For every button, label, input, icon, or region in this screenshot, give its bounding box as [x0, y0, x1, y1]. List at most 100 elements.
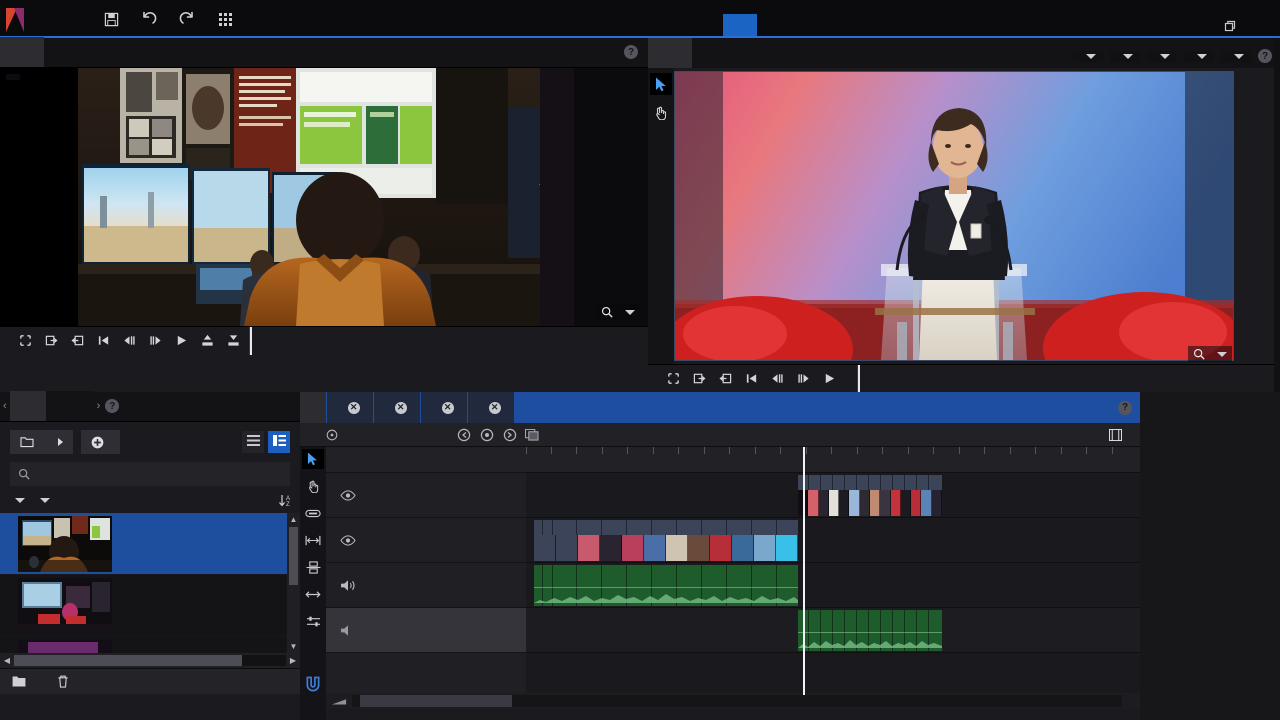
previous-marker-icon[interactable]: [456, 427, 471, 442]
delete-button[interactable]: [45, 675, 88, 688]
set-in-point-icon[interactable]: [44, 333, 59, 348]
tab-scroll-right-icon[interactable]: ›: [94, 391, 104, 421]
play-icon[interactable]: [822, 371, 837, 386]
eye-icon[interactable]: [340, 534, 356, 546]
step-forward-icon[interactable]: [148, 333, 163, 348]
pan-hand-icon[interactable]: [650, 101, 672, 123]
step-forward-icon[interactable]: [796, 371, 811, 386]
viewer-video-canvas[interactable]: [674, 71, 1234, 361]
slip-icon[interactable]: [302, 503, 324, 523]
pan-hand-icon[interactable]: [302, 476, 324, 496]
set-out-point-icon[interactable]: [70, 333, 85, 348]
timeline-clip[interactable]: [798, 475, 942, 516]
search-input[interactable]: [10, 462, 290, 486]
timeline-zoom-icon[interactable]: [326, 697, 352, 705]
scroll-track[interactable]: [14, 655, 286, 666]
media-horizontal-scrollbar[interactable]: ◀ ▶: [0, 653, 300, 668]
viewer-scrub-bar[interactable]: [857, 364, 1264, 393]
tab-layer[interactable]: [692, 38, 736, 68]
group-by-dropdown[interactable]: [35, 498, 50, 503]
scroll-track[interactable]: [352, 695, 1122, 707]
help-icon[interactable]: ?: [624, 45, 638, 59]
play-icon[interactable]: [174, 333, 189, 348]
new-button[interactable]: [81, 430, 120, 454]
magnet-snap-icon[interactable]: [303, 674, 323, 694]
select-arrow-icon[interactable]: [302, 449, 324, 469]
list-item[interactable]: [0, 575, 300, 637]
tab-title[interactable]: ✕: [421, 392, 468, 423]
import-button[interactable]: [10, 430, 73, 454]
resolution-dropdown[interactable]: [1184, 50, 1214, 62]
tab-videomute[interactable]: ✕: [468, 392, 515, 423]
timeline-lane-audio-1[interactable]: [526, 563, 1140, 608]
chevron-down-icon[interactable]: [625, 309, 635, 315]
export-button[interactable]: [1109, 428, 1140, 441]
timeline-playhead[interactable]: [803, 447, 805, 695]
timeline-lane-video-2[interactable]: [526, 473, 1140, 518]
timeline-horizontal-scrollbar[interactable]: [326, 693, 1140, 709]
close-icon[interactable]: ✕: [395, 401, 407, 414]
slide-icon[interactable]: [302, 530, 324, 550]
mark-in-out-icon[interactable]: [18, 333, 33, 348]
close-button[interactable]: [1244, 16, 1272, 36]
viewer-options-dropdown[interactable]: [1221, 50, 1251, 62]
close-icon[interactable]: ✕: [348, 401, 360, 414]
nav-tab-home[interactable]: [655, 14, 689, 38]
minimize-button[interactable]: [1188, 16, 1216, 36]
insert-to-timeline-icon[interactable]: [200, 333, 215, 348]
nav-tab-export[interactable]: [757, 14, 791, 38]
speaker-icon[interactable]: [340, 579, 356, 592]
scroll-left-icon[interactable]: ◀: [0, 656, 14, 665]
nav-tab-edit[interactable]: [723, 14, 757, 38]
tab-editor[interactable]: [300, 392, 327, 423]
timeline-lane-audio-2[interactable]: [526, 608, 1140, 653]
next-marker-icon[interactable]: [502, 427, 517, 442]
mark-in-out-icon[interactable]: [666, 371, 681, 386]
track-header-audio-1[interactable]: [326, 563, 526, 608]
scroll-view-zone[interactable]: [360, 695, 512, 707]
timeline-lane-video-1[interactable]: [526, 518, 1140, 563]
redo-icon[interactable]: [178, 10, 196, 28]
undo-icon[interactable]: [140, 10, 158, 28]
scroll-thumb[interactable]: [289, 527, 298, 585]
tab-trimmer[interactable]: [0, 37, 44, 67]
timeline-clip[interactable]: [534, 565, 798, 606]
timeline-grid[interactable]: [526, 447, 1140, 695]
timeline-clip[interactable]: [798, 610, 942, 651]
save-icon[interactable]: [102, 10, 120, 28]
nav-tab-project[interactable]: [689, 14, 723, 38]
timeline-lanes[interactable]: [526, 473, 1140, 695]
help-icon[interactable]: ?: [1258, 49, 1272, 63]
list-item[interactable]: [0, 637, 300, 653]
trimmer-scrub-bar[interactable]: [249, 326, 632, 355]
go-to-start-icon[interactable]: [96, 333, 111, 348]
workspace-grid-icon[interactable]: [216, 10, 234, 28]
media-vertical-scrollbar[interactable]: ▲ ▼: [287, 513, 300, 653]
track-header-video-2[interactable]: [326, 473, 526, 518]
make-composite-shot-button[interactable]: [525, 428, 546, 441]
view-mode-dropdown[interactable]: [1073, 50, 1103, 62]
add-marker-icon[interactable]: [479, 427, 494, 442]
list-item[interactable]: [0, 513, 300, 575]
scroll-up-icon[interactable]: ▲: [287, 513, 300, 526]
rolling-icon[interactable]: [302, 584, 324, 604]
eye-icon[interactable]: [340, 489, 356, 501]
timeline-ruler[interactable]: [526, 447, 1140, 473]
trimmer-zoom-control[interactable]: [596, 304, 640, 320]
trimmer-video-preview[interactable]: @america: [0, 68, 648, 326]
tab-scroll-left-icon[interactable]: ‹: [0, 391, 10, 421]
tab-end-title[interactable]: ✕: [374, 392, 421, 423]
coordinate-space-dropdown[interactable]: [1110, 50, 1140, 62]
timeline-clip[interactable]: [534, 520, 798, 561]
go-to-start-icon[interactable]: [744, 371, 759, 386]
sort-direction-icon[interactable]: AZ: [278, 494, 294, 507]
tab-effects[interactable]: [45, 391, 74, 421]
help-icon[interactable]: ?: [1118, 400, 1132, 415]
scroll-right-icon[interactable]: ▶: [286, 656, 300, 665]
ripple-icon[interactable]: [302, 557, 324, 577]
detail-view-icon[interactable]: [268, 431, 290, 453]
scroll-thumb[interactable]: [14, 655, 242, 666]
step-back-icon[interactable]: [770, 371, 785, 386]
tab-controls[interactable]: [73, 391, 94, 421]
set-out-point-icon[interactable]: [718, 371, 733, 386]
